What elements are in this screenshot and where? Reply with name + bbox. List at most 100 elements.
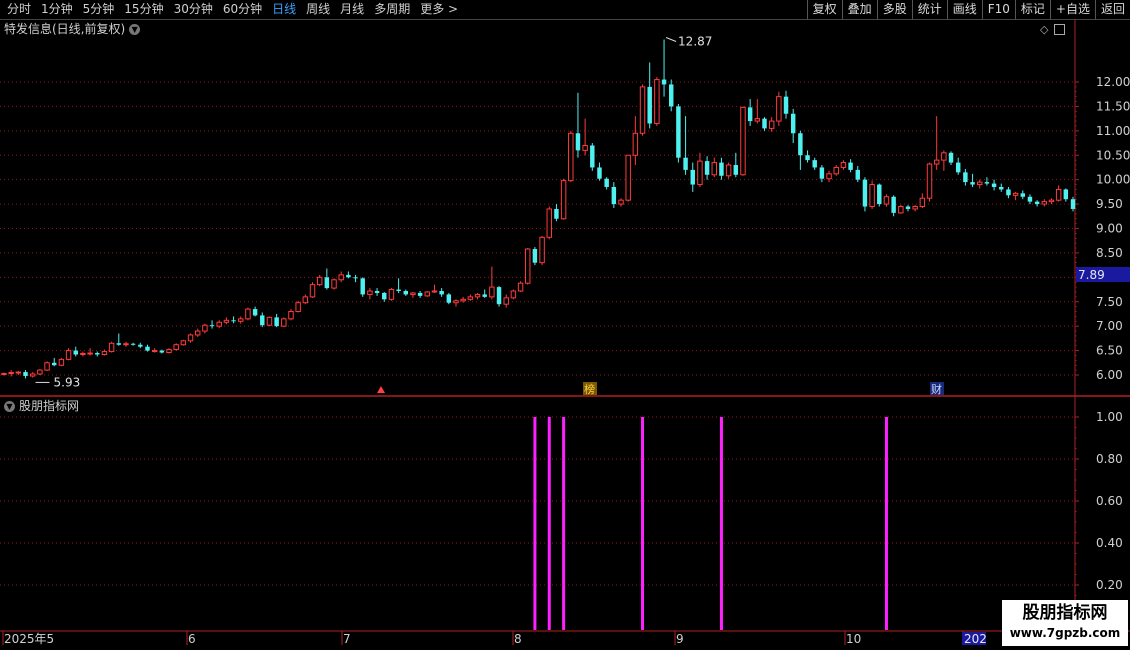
candle-body <box>80 353 86 356</box>
candle-body <box>231 320 236 322</box>
candle-body <box>482 294 487 297</box>
candle-body <box>819 167 825 179</box>
current-price-label: 7.89 <box>1078 268 1105 282</box>
candle-body <box>238 318 244 322</box>
watermark-url: www.7gpzb.com <box>1009 626 1121 640</box>
candle-body <box>676 106 681 158</box>
candle-body <box>568 132 574 182</box>
event-tag-label: 榜 <box>584 382 595 396</box>
diamond-icon[interactable]: ◇ <box>1040 23 1048 36</box>
y-tick-label: 11.50 <box>1096 99 1130 113</box>
candle-body <box>1012 192 1019 196</box>
candle-body <box>138 344 143 347</box>
high-pointer <box>665 37 677 42</box>
candle-body <box>187 334 194 342</box>
candle-body <box>116 343 122 345</box>
candle-body <box>833 166 839 175</box>
candle-body <box>439 291 444 295</box>
candle-body <box>29 373 36 377</box>
candle-body <box>101 351 108 355</box>
y-tick-label: 7.00 <box>1096 319 1123 333</box>
candle-body <box>704 161 710 175</box>
candle-body <box>1 373 7 376</box>
candle-body <box>446 294 452 303</box>
candle-body <box>991 183 997 187</box>
candle-body <box>747 107 753 122</box>
candle-body <box>661 79 667 85</box>
candle-body <box>194 330 201 336</box>
low-price-label: 5.93 <box>54 375 81 389</box>
candle-body <box>560 180 567 220</box>
candle-body <box>173 344 179 351</box>
candle-body <box>58 358 65 366</box>
chart-canvas[interactable]: 6.006.507.007.508.008.509.009.5010.0010.… <box>0 0 1130 650</box>
main-chart-title[interactable]: 特发信息(日线,前复权) ▼ <box>4 21 141 37</box>
indicator-tick-label: 0.60 <box>1096 494 1123 508</box>
candle-body <box>503 297 509 305</box>
candle-body <box>948 152 954 163</box>
candle-body <box>575 133 581 151</box>
indicator-tick-label: 0.80 <box>1096 452 1123 466</box>
watermark-title: 股朋指标网 <box>1022 603 1108 623</box>
indicator-title[interactable]: ▼ 股朋指标网 <box>4 398 79 414</box>
candle-body <box>245 308 251 320</box>
chevron-down-icon[interactable]: ▼ <box>129 23 141 35</box>
candle-body <box>618 199 624 205</box>
candle-body <box>460 298 466 302</box>
candle-body <box>733 165 739 175</box>
candle-body <box>108 342 115 353</box>
candle-body <box>309 284 316 298</box>
candle-body <box>582 144 588 151</box>
candle-body <box>862 179 868 207</box>
candle-body <box>123 343 129 346</box>
candle-body <box>826 173 832 180</box>
y-tick-label: 6.50 <box>1096 344 1123 358</box>
candle-body <box>424 291 431 297</box>
candle-body <box>883 196 890 205</box>
candle-body <box>1034 201 1040 205</box>
candle-body <box>159 350 165 353</box>
time-label: 8 <box>514 632 522 646</box>
candle-body <box>1063 189 1069 200</box>
candle-body <box>410 292 416 295</box>
candle-body <box>338 274 344 281</box>
candle-body <box>625 154 631 201</box>
candle-body <box>8 372 14 375</box>
candle-body <box>984 182 990 184</box>
chevron-down-icon[interactable]: ▼ <box>4 400 15 412</box>
candle-body <box>611 186 617 205</box>
candle-body <box>1055 188 1062 201</box>
indicator-tick-label: 0.20 <box>1096 578 1123 592</box>
candle-body <box>374 291 380 293</box>
candle-body <box>202 324 208 332</box>
candle-body <box>532 249 538 263</box>
candle-body <box>260 315 265 326</box>
event-tag-label: 财 <box>931 382 942 396</box>
candle-body <box>145 346 150 351</box>
candle-body <box>223 319 230 323</box>
window-icon[interactable] <box>1054 23 1066 35</box>
candle-body <box>539 236 545 264</box>
candle-body <box>496 287 502 305</box>
candle-body <box>23 372 28 376</box>
candle-body <box>590 145 595 168</box>
candle-body <box>690 169 695 185</box>
candle-body <box>396 289 401 292</box>
candle-body <box>999 186 1004 190</box>
y-tick-label: 10.50 <box>1096 148 1130 162</box>
candle-body <box>517 282 524 292</box>
candle-body <box>1027 196 1033 202</box>
candle-body <box>855 169 860 180</box>
watermark-logo: 股朋指标网 www.7gpzb.com <box>1002 600 1128 646</box>
candle-body <box>790 113 796 134</box>
event-triangle-icon <box>377 386 385 393</box>
candle-body <box>669 84 674 107</box>
candle-body <box>403 291 408 295</box>
candle-body <box>1020 193 1026 197</box>
time-label: 10 <box>846 632 861 646</box>
candle-body <box>955 162 961 173</box>
candle-body <box>840 162 847 168</box>
candle-body <box>252 309 258 316</box>
candle-body <box>905 206 911 209</box>
candle-body <box>44 362 50 371</box>
